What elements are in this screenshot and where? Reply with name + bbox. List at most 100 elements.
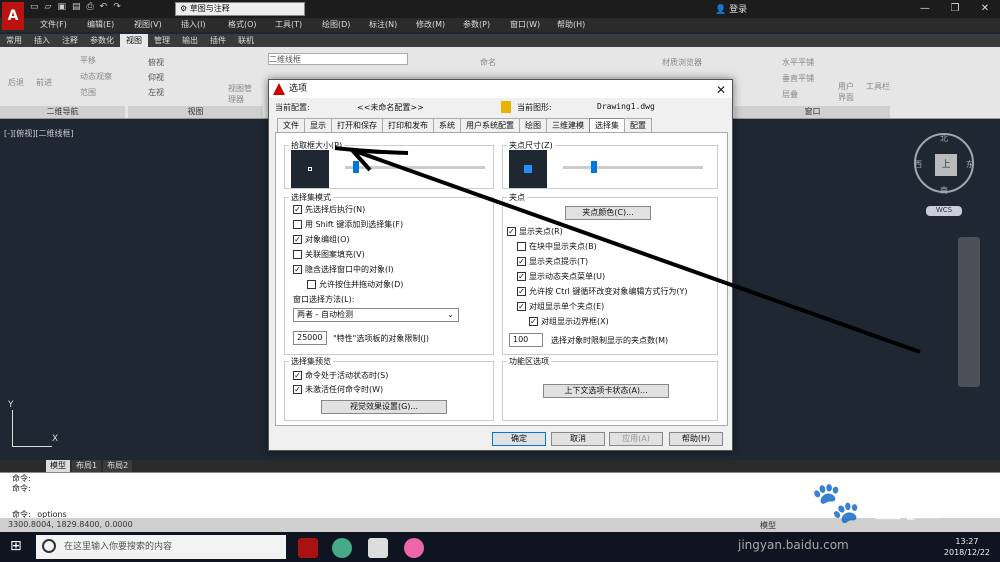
tab-manage[interactable]: 管理 bbox=[148, 34, 176, 47]
menu-view[interactable]: 视图(V) bbox=[134, 19, 181, 30]
menu-edit[interactable]: 编辑(E) bbox=[87, 19, 134, 30]
tab-selection[interactable]: 选择集 bbox=[589, 118, 625, 132]
implied-windowing-checkbox[interactable]: ✓ 隐含选择窗口中的对象(I) bbox=[293, 264, 394, 275]
tab-layout2[interactable]: 布局2 bbox=[103, 460, 133, 472]
taskbar-search[interactable]: 在这里输入你要搜索的内容 bbox=[36, 535, 286, 559]
save-icon[interactable]: ▣ bbox=[57, 2, 66, 16]
tab-system[interactable]: 系统 bbox=[433, 118, 461, 132]
visual-effect-settings-button[interactable]: 视觉效果设置(G)... bbox=[321, 400, 447, 414]
show-grips-checkbox[interactable]: ✓ 显示夹点(R) bbox=[507, 226, 563, 237]
login-button[interactable]: 👤 登录 bbox=[715, 2, 815, 16]
tab-online[interactable]: 联机 bbox=[232, 34, 260, 47]
tile-vertical-button[interactable]: 垂直平铺 bbox=[782, 73, 814, 84]
material-browser-button[interactable]: 材质浏览器 bbox=[662, 57, 702, 68]
menu-format[interactable]: 格式(O) bbox=[228, 19, 275, 30]
app-logo-icon[interactable]: A bbox=[2, 2, 24, 30]
menu-dimension[interactable]: 标注(N) bbox=[369, 19, 416, 30]
menu-help[interactable]: 帮助(H) bbox=[557, 19, 604, 30]
viewport-controls[interactable]: [-][俯视][二维线框] bbox=[4, 128, 74, 139]
pickbox-slider[interactable] bbox=[345, 166, 485, 169]
saveas-icon[interactable]: ▤ bbox=[72, 2, 81, 16]
menu-insert[interactable]: 插入(I) bbox=[181, 19, 228, 30]
open-icon[interactable]: ▱ bbox=[45, 2, 52, 16]
visual-style-select[interactable]: 二维线框 bbox=[268, 53, 408, 65]
dynamic-grip-menu-checkbox[interactable]: ✓ 显示动态夹点菜单(U) bbox=[517, 271, 605, 282]
colorful-app-taskbar-icon[interactable] bbox=[404, 538, 424, 558]
ctrl-cycling-checkbox[interactable]: ✓ 允许按 Ctrl 键循环改变对象编辑方式行为(Y) bbox=[517, 286, 687, 297]
viewcube-top-face[interactable]: 上 bbox=[935, 154, 957, 176]
grips-in-blocks-checkbox[interactable]: 在块中显示夹点(B) bbox=[517, 241, 597, 252]
cascade-button[interactable]: 层叠 bbox=[782, 89, 798, 100]
view-bottom[interactable]: 仰视 bbox=[148, 72, 164, 83]
contextual-tab-states-button[interactable]: 上下文选项卡状态(A)... bbox=[543, 384, 669, 398]
tab-view[interactable]: 视图 bbox=[120, 34, 148, 47]
grip-limit-input[interactable]: 100 bbox=[509, 333, 543, 347]
menu-draw[interactable]: 绘图(D) bbox=[322, 19, 369, 30]
associative-hatch-checkbox[interactable]: 关联图案填充(V) bbox=[293, 249, 365, 260]
view-manager-button[interactable]: 视图管理器 bbox=[228, 83, 258, 105]
video-taskbar-icon[interactable] bbox=[368, 538, 388, 558]
shift-add-checkbox[interactable]: 用 Shift 键添加到选择集(F) bbox=[293, 219, 403, 230]
view-left[interactable]: 左视 bbox=[148, 87, 164, 98]
grip-tips-checkbox[interactable]: ✓ 显示夹点提示(T) bbox=[517, 256, 588, 267]
redo-icon[interactable]: ↷ bbox=[113, 2, 121, 16]
named-views-button[interactable]: 命名 bbox=[480, 57, 496, 68]
menu-window[interactable]: 窗口(W) bbox=[510, 19, 557, 30]
tab-insert[interactable]: 插入 bbox=[28, 34, 56, 47]
cancel-button[interactable]: 取消 bbox=[551, 432, 605, 446]
forward-button[interactable]: 前进 bbox=[36, 77, 52, 88]
tab-model[interactable]: 模型 bbox=[46, 460, 70, 472]
minimize-button[interactable]: — bbox=[910, 0, 940, 18]
tab-files[interactable]: 文件 bbox=[277, 118, 305, 132]
preview-command-active-checkbox[interactable]: ✓ 命令处于活动状态时(S) bbox=[293, 370, 388, 381]
tab-drafting[interactable]: 绘图 bbox=[519, 118, 547, 132]
tab-home[interactable]: 常用 bbox=[0, 34, 28, 47]
user-interface-button[interactable]: 用户界面 bbox=[838, 81, 858, 103]
menu-parametric[interactable]: 参数(P) bbox=[463, 19, 510, 30]
object-grouping-checkbox[interactable]: ✓ 对象编组(O) bbox=[293, 234, 350, 245]
view-top[interactable]: 俯视 bbox=[148, 57, 164, 68]
back-button[interactable]: 后退 bbox=[8, 77, 24, 88]
new-icon[interactable]: ▭ bbox=[30, 2, 39, 16]
grip-size-slider-thumb[interactable] bbox=[591, 161, 597, 173]
navigation-bar[interactable] bbox=[958, 237, 980, 387]
workspace-select[interactable]: ⚙ 草图与注释 bbox=[175, 2, 305, 16]
noun-verb-checkbox[interactable]: ✓ 先选择后执行(N) bbox=[293, 204, 365, 215]
tab-display[interactable]: 显示 bbox=[304, 118, 332, 132]
paint-taskbar-icon[interactable] bbox=[332, 538, 352, 558]
dialog-close-icon[interactable]: ✕ bbox=[716, 81, 726, 99]
menu-file[interactable]: 文件(F) bbox=[40, 19, 87, 30]
tab-user-preferences[interactable]: 用户系统配置 bbox=[460, 118, 520, 132]
tab-layout1[interactable]: 布局1 bbox=[72, 460, 102, 472]
single-grip-groups-checkbox[interactable]: ✓ 对组显示单个夹点(E) bbox=[517, 301, 604, 312]
taskbar-clock[interactable]: 13:27 2018/12/22 bbox=[944, 536, 990, 558]
tab-parametric[interactable]: 参数化 bbox=[84, 34, 120, 47]
apply-button[interactable]: 应用(A) bbox=[609, 432, 663, 446]
help-button[interactable]: 帮助(H) bbox=[669, 432, 723, 446]
print-icon[interactable]: ⎙ bbox=[86, 2, 93, 16]
undo-icon[interactable]: ↶ bbox=[100, 2, 108, 16]
properties-limit-input[interactable]: 25000 bbox=[293, 331, 327, 345]
tile-horizontal-button[interactable]: 水平平铺 bbox=[782, 57, 814, 68]
close-button[interactable]: ✕ bbox=[970, 0, 1000, 18]
tab-plot-publish[interactable]: 打印和发布 bbox=[382, 118, 434, 132]
tab-3d-modeling[interactable]: 三维建模 bbox=[546, 118, 590, 132]
tab-profiles[interactable]: 配置 bbox=[624, 118, 652, 132]
tab-annotate[interactable]: 注释 bbox=[56, 34, 84, 47]
grip-colors-button[interactable]: 夹点颜色(C)... bbox=[565, 206, 651, 220]
menu-tools[interactable]: 工具(T) bbox=[275, 19, 322, 30]
extents-button[interactable]: 范围 bbox=[80, 87, 96, 98]
wcs-menu[interactable]: WCS bbox=[926, 206, 962, 216]
autocad-taskbar-icon[interactable] bbox=[298, 538, 318, 558]
press-drag-checkbox[interactable]: 允许按住并拖动对象(D) bbox=[307, 279, 403, 290]
windows-start-icon[interactable]: ⊞ bbox=[10, 538, 22, 554]
preview-no-command-checkbox[interactable]: ✓ 未激活任何命令时(W) bbox=[293, 384, 383, 395]
group-bounding-box-checkbox[interactable]: ✓ 对组显示边界框(X) bbox=[529, 316, 609, 327]
orbit-button[interactable]: 动态观察 bbox=[80, 71, 112, 82]
tab-open-save[interactable]: 打开和保存 bbox=[331, 118, 383, 132]
ok-button[interactable]: 确定 bbox=[492, 432, 546, 446]
tab-output[interactable]: 输出 bbox=[176, 34, 204, 47]
tab-plugins[interactable]: 插件 bbox=[204, 34, 232, 47]
toolbars-button[interactable]: 工具栏 bbox=[866, 81, 896, 92]
pan-button[interactable]: 平移 bbox=[80, 55, 96, 66]
